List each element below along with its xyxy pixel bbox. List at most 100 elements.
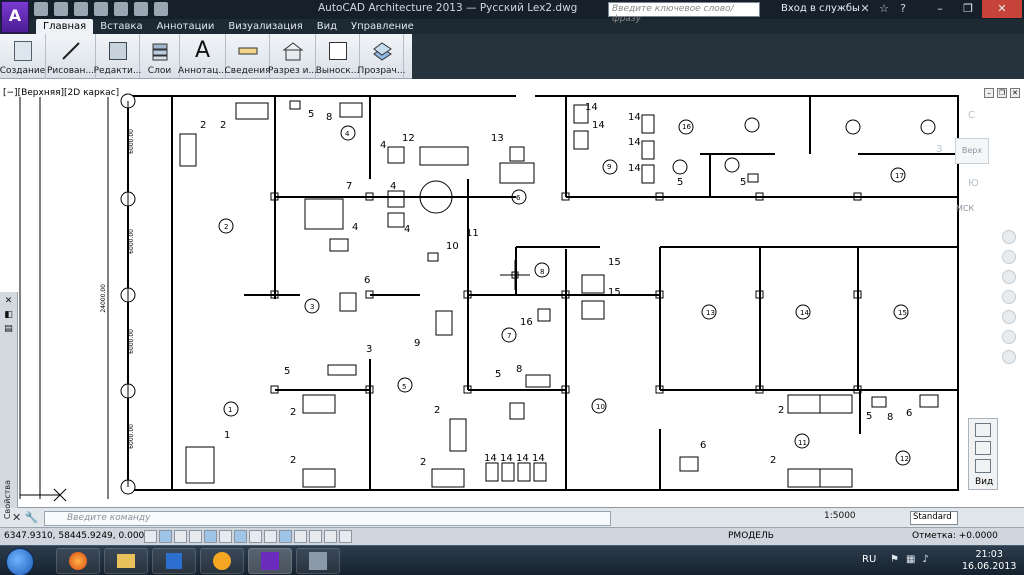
- tab-1[interactable]: Вставка: [93, 19, 149, 34]
- osnap-toggle[interactable]: [219, 530, 232, 543]
- dim-label: 6000.00: [128, 329, 135, 354]
- language-indicator[interactable]: RU: [862, 554, 876, 565]
- drawing-area[interactable]: 2 3 4 5 6 7 8 9 10 11 12 13 14 15 16 17 …: [0, 79, 1024, 507]
- open-file-icon[interactable]: [54, 2, 68, 16]
- start-button[interactable]: [6, 548, 34, 575]
- lightbulb-icon[interactable]: [1002, 330, 1016, 344]
- workspace-dropdown-icon[interactable]: [154, 2, 168, 16]
- ribbon-panel-8[interactable]: Прозрач...: [358, 34, 405, 79]
- tab-2[interactable]: Аннотации: [150, 19, 222, 34]
- zoom-nav-icon[interactable]: [975, 459, 991, 473]
- tab-5[interactable]: Управление: [344, 19, 421, 34]
- steering-wheel-icon[interactable]: [1002, 230, 1016, 244]
- save-icon[interactable]: [74, 2, 88, 16]
- minimize-viewport-icon[interactable]: –: [984, 88, 994, 98]
- undo-icon[interactable]: [114, 2, 128, 16]
- autohide-icon[interactable]: ◧: [0, 310, 17, 320]
- orbit-icon[interactable]: [1002, 290, 1016, 304]
- sign-in-link[interactable]: Вход в службы: [781, 3, 860, 14]
- ribbon-panel-0[interactable]: Создание: [0, 34, 46, 79]
- furniture-tag: 5: [284, 366, 290, 377]
- close-button[interactable]: ✕: [982, 0, 1022, 18]
- star-icon[interactable]: ☆: [877, 2, 891, 16]
- polar-toggle[interactable]: [204, 530, 217, 543]
- ducs-toggle[interactable]: [264, 530, 277, 543]
- style-select[interactable]: Standard: [910, 511, 958, 525]
- section-house-icon: [281, 39, 305, 63]
- taskbar-avast[interactable]: [200, 548, 244, 574]
- close-palette-icon[interactable]: ✕: [0, 296, 17, 306]
- viewcube-top[interactable]: Верх: [955, 138, 989, 164]
- exchange-icon[interactable]: ✕: [858, 2, 872, 16]
- tab-4[interactable]: Вид: [310, 19, 344, 34]
- layers-nav-icon[interactable]: [975, 441, 991, 455]
- clock-time: 21:03: [975, 549, 1003, 560]
- furniture-tag: 2: [220, 120, 226, 131]
- elevation-value: +0.0000: [958, 531, 998, 541]
- annotation-scale[interactable]: 1:5000: [824, 511, 856, 521]
- showmotion-icon[interactable]: [1002, 310, 1016, 324]
- infer-constraints-toggle[interactable]: [144, 530, 157, 543]
- viewcube-west[interactable]: З: [936, 144, 942, 155]
- transparency-toggle[interactable]: [309, 530, 322, 543]
- print-icon[interactable]: [94, 2, 108, 16]
- zoom-icon[interactable]: [1002, 270, 1016, 284]
- ribbon-panel-2[interactable]: Редакти...: [94, 34, 141, 79]
- ribbon-panel-7[interactable]: Выноск...: [316, 34, 360, 79]
- minimize-button[interactable]: –: [926, 0, 954, 18]
- properties-icon[interactable]: ▤: [0, 324, 17, 334]
- grid-toggle[interactable]: [174, 530, 187, 543]
- furniture-tag: 6: [700, 440, 706, 451]
- help-icon[interactable]: ?: [896, 2, 910, 16]
- elevation-readout[interactable]: Отметка: +0.0000: [912, 531, 998, 541]
- close-viewport-icon[interactable]: ✕: [1010, 88, 1020, 98]
- ribbon-panel-4[interactable]: A Аннотац...: [178, 34, 227, 79]
- autocad-icon: [261, 552, 279, 570]
- lineweight-toggle[interactable]: [294, 530, 307, 543]
- restore-viewport-icon[interactable]: ❐: [997, 88, 1007, 98]
- taskbar-other[interactable]: [296, 548, 340, 574]
- volume-icon[interactable]: ♪: [922, 554, 928, 565]
- viewcube-north[interactable]: С: [968, 110, 975, 121]
- search-input[interactable]: Введите ключевое слово/фразу: [608, 2, 760, 24]
- furniture-tag: 2: [200, 120, 206, 131]
- clock[interactable]: 21:03 16.06.2013: [962, 549, 1016, 573]
- new-file-icon[interactable]: [34, 2, 48, 16]
- drag-icon[interactable]: [1002, 350, 1016, 364]
- ribbon-panel-1[interactable]: Рисован...: [46, 34, 96, 79]
- model-space-button[interactable]: РМОДЕЛЬ: [728, 531, 774, 541]
- otrack-toggle[interactable]: [249, 530, 262, 543]
- selection-cycling-toggle[interactable]: [339, 530, 352, 543]
- flag-icon[interactable]: ⚑: [890, 554, 899, 565]
- snap-toggle[interactable]: [159, 530, 172, 543]
- wcs-menu[interactable]: МСК: [956, 204, 974, 213]
- ribbon-panel-6[interactable]: Разрез и...: [268, 34, 317, 79]
- dyn-toggle[interactable]: [279, 530, 292, 543]
- outer-wall: [127, 95, 959, 491]
- network-icon[interactable]: ▦: [906, 554, 915, 565]
- application-menu-button[interactable]: A: [1, 1, 29, 33]
- close-cmd-icon[interactable]: ✕ 🔧: [12, 511, 38, 524]
- floor-plan[interactable]: 2 3 4 5 6 7 8 9 10 11 12 13 14 15 16 17 …: [0, 79, 1024, 507]
- viewcube-south[interactable]: Ю: [968, 178, 979, 189]
- tab-3[interactable]: Визуализация: [221, 19, 309, 34]
- viewport-label[interactable]: [−][Верхняя][2D каркас]: [3, 88, 119, 98]
- taskbar-explorer[interactable]: [104, 548, 148, 574]
- palette-title[interactable]: Свойства: [3, 480, 15, 519]
- command-input[interactable]: Введите команду: [44, 511, 611, 526]
- 3d-osnap-toggle[interactable]: [234, 530, 247, 543]
- restore-button[interactable]: ❐: [954, 0, 982, 18]
- tab-0[interactable]: Главная: [36, 19, 94, 34]
- taskbar-autocad[interactable]: [248, 548, 292, 574]
- ortho-toggle[interactable]: [189, 530, 202, 543]
- ribbon-panel-3[interactable]: Слои: [140, 34, 180, 79]
- taskbar-firefox[interactable]: [56, 548, 100, 574]
- coordinates-readout[interactable]: 6347.9310, 58445.9249, 0.0000: [4, 531, 150, 541]
- ribbon-panel-5[interactable]: Сведения: [224, 34, 271, 79]
- cube-nav-icon[interactable]: [975, 423, 991, 437]
- redo-icon[interactable]: [134, 2, 148, 16]
- taskbar-save[interactable]: [152, 548, 196, 574]
- quick-properties-toggle[interactable]: [324, 530, 337, 543]
- pan-icon[interactable]: [1002, 250, 1016, 264]
- furniture-tag: 2: [290, 407, 296, 418]
